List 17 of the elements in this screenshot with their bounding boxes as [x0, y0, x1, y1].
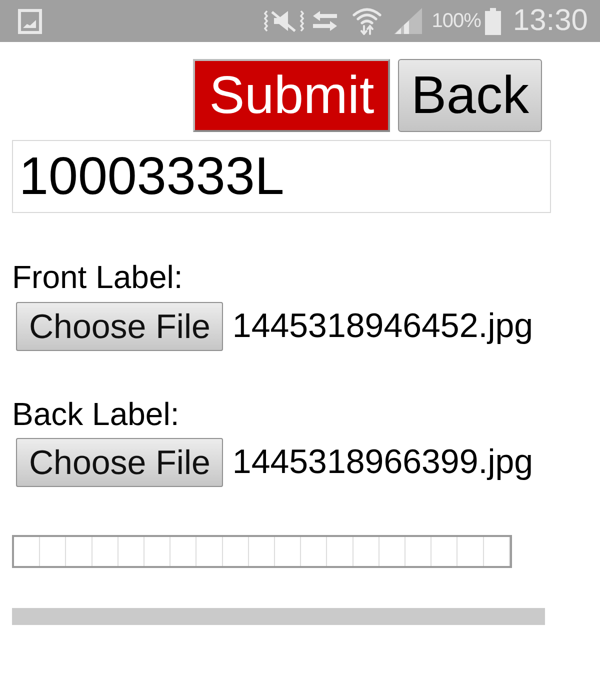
muted-speaker-icon [264, 9, 304, 33]
gallery-icon [18, 8, 42, 34]
choose-file-button[interactable]: Choose File [16, 302, 224, 351]
battery-percent: 100% [432, 10, 481, 32]
signal-icon [394, 8, 422, 34]
text-input-field[interactable]: 10003333L [12, 140, 551, 213]
submit-button[interactable]: Submit [193, 59, 390, 132]
field-label: Front Label: [12, 259, 183, 295]
clock-time: 13:30 [512, 4, 588, 38]
back-button[interactable]: Back [398, 59, 542, 132]
transfer-arrows-icon [312, 10, 338, 32]
field-label: Back Label: [12, 396, 180, 432]
choose-file-button[interactable]: Choose File [16, 438, 224, 487]
file-name: 1445318946452.jpg [232, 307, 534, 346]
battery-icon [484, 8, 501, 34]
file-name: 1445318966399.jpg [232, 443, 534, 482]
wifi-icon [352, 7, 382, 35]
